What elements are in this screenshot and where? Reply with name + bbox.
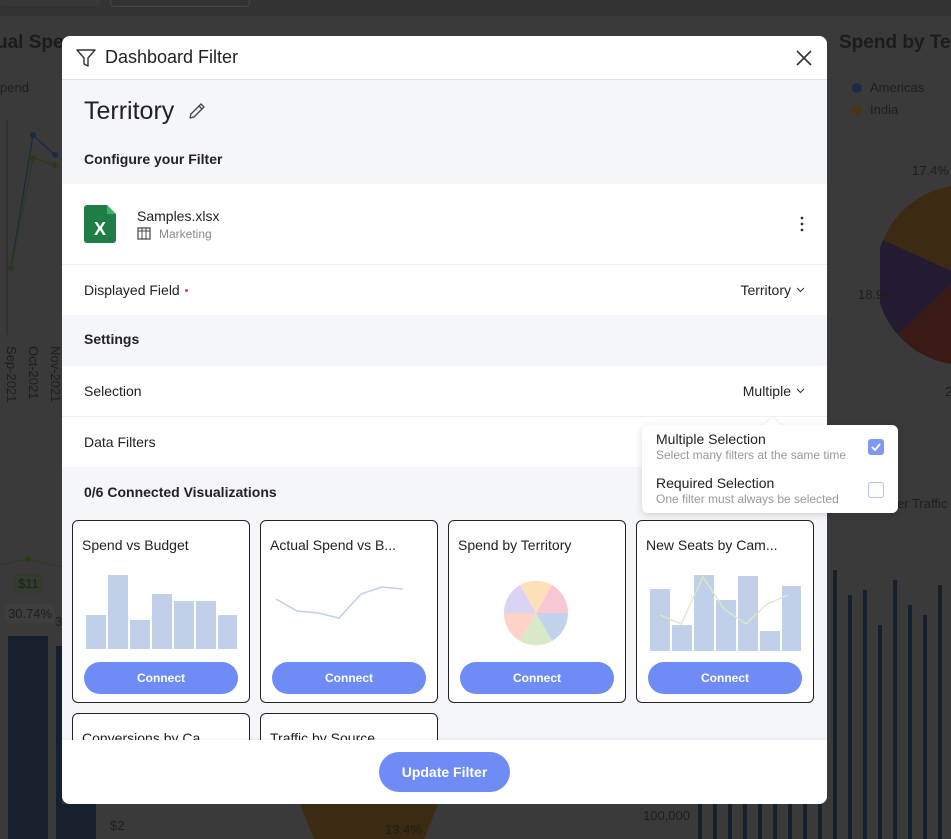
dialog-footer: Update Filter (62, 740, 827, 804)
combo-chart-thumbnail (650, 575, 801, 651)
required-indicator (184, 288, 188, 292)
viz-card-title: Spend vs Budget (82, 537, 189, 553)
viz-card-spend-vs-budget: Spend vs Budget Connect (72, 520, 250, 703)
more-options-icon[interactable] (799, 214, 805, 234)
option-title: Required Selection (656, 475, 775, 491)
connect-button[interactable]: Connect (84, 662, 238, 694)
bg-bar (908, 605, 912, 839)
connect-button[interactable]: Connect (272, 662, 426, 694)
line-chart-thumbnail (275, 586, 404, 619)
bg-pie-label: 2 (945, 384, 951, 399)
bg-data-label: 30.74% (5, 604, 56, 623)
bg-bar (863, 590, 867, 839)
checkmark-icon (871, 443, 881, 452)
bg-funnel-label: 13.4% (385, 822, 422, 837)
bg-bar (938, 585, 942, 839)
bg-bar (62, 804, 96, 839)
dashboard-filter-dialog: Dashboard Filter Territory Configure you… (62, 36, 827, 804)
bg-axis-label: $2 (110, 818, 125, 833)
viz-card-title: Spend by Territory (458, 537, 572, 553)
pie-chart-thumbnail (503, 580, 569, 646)
bg-data-label: $11 (14, 574, 43, 593)
bg-bar (848, 595, 852, 839)
bg-legend-item: Americas (852, 80, 924, 95)
bar-chart-thumbnail (86, 575, 237, 649)
filter-funnel-icon (76, 48, 96, 67)
option-description: One filter must always be selected (656, 492, 839, 506)
viz-card-spend-by-territory: Spend by Territory Connect (448, 520, 626, 703)
connect-button[interactable]: Connect (648, 662, 802, 694)
connect-button[interactable]: Connect (460, 662, 614, 694)
dialog-header: Dashboard Filter (62, 36, 827, 80)
viz-card-new-seats: New Seats by Cam... Connect (636, 520, 814, 703)
settings-heading: Settings (84, 331, 140, 347)
svg-text:X: X (94, 219, 106, 239)
datasource-file-name: Samples.xlsx (137, 207, 220, 224)
selection-row: Selection Multiple (62, 366, 827, 417)
viz-card-title: New Seats by Cam... (646, 537, 778, 553)
close-icon[interactable] (793, 47, 815, 69)
option-description: Select many filters at the same time (656, 448, 847, 462)
bg-chart-title: er Traffic (897, 496, 948, 511)
multiple-selection-checkbox[interactable] (868, 439, 884, 455)
filter-name-row: Territory (62, 80, 827, 142)
data-filters-label: Data Filters (84, 434, 156, 450)
datasource-sheet: Marketing (137, 227, 219, 241)
selection-popover: Multiple Selection Select many filters a… (642, 415, 898, 513)
bg-line-chart (6, 120, 58, 335)
displayed-field-value: Territory (740, 282, 791, 298)
bg-bar (8, 636, 48, 839)
bg-bar (923, 615, 927, 839)
bg-line (0, 556, 62, 567)
configure-heading: Configure your Filter (84, 151, 223, 167)
chevron-down-icon (796, 388, 805, 394)
table-icon (137, 227, 151, 240)
dashboard-tab (110, 0, 250, 7)
bg-bar (833, 570, 837, 839)
option-title: Multiple Selection (656, 431, 766, 447)
bg-pie-label: 17.4% (912, 163, 949, 178)
displayed-field-dropdown[interactable]: Territory (740, 282, 805, 298)
selection-value: Multiple (742, 383, 791, 399)
displayed-field-row: Displayed Field Territory (62, 265, 827, 315)
excel-file-icon: X (84, 205, 116, 243)
bg-axis-label: 100,000 (643, 808, 690, 823)
bg-legend-item: India (852, 102, 898, 117)
selection-label: Selection (84, 383, 142, 399)
viz-card-title: Actual Spend vs B... (270, 537, 397, 553)
required-selection-checkbox[interactable] (868, 482, 884, 498)
edit-pencil-icon[interactable] (186, 100, 208, 122)
datasource-info: Samples.xlsx Marketing (137, 208, 219, 241)
legend-dot (852, 83, 862, 93)
dashboard-tab (0, 0, 100, 6)
displayed-field-label: Displayed Field (84, 282, 180, 298)
option-multiple-selection[interactable]: Multiple Selection Select many filters a… (656, 431, 846, 462)
bg-bar (893, 580, 897, 839)
bg-bar (878, 625, 882, 839)
viz-card-actual-spend: Actual Spend vs B... Connect (260, 520, 438, 703)
update-filter-button[interactable]: Update Filter (379, 752, 510, 792)
bg-legend-spend: pend (0, 80, 29, 95)
bg-x-tick: Oct-2021 (26, 346, 41, 400)
legend-dot (852, 105, 862, 115)
option-required-selection[interactable]: Required Selection One filter must alway… (656, 475, 839, 506)
datasource-row[interactable]: X Samples.xlsx Marketing (62, 184, 827, 265)
dialog-title: Dashboard Filter (105, 47, 239, 67)
bg-x-tick: Sep-2021 (4, 346, 19, 403)
filter-name: Territory (84, 96, 175, 125)
bg-pie-label: 18.9% (858, 287, 895, 302)
selection-dropdown[interactable]: Multiple (743, 383, 805, 399)
datasource-sheet-name: Marketing (159, 226, 212, 241)
bg-x-tick: Nov-2021 (48, 346, 63, 403)
bg-chart-title-spend-by-territory: Spend by Ter (839, 32, 951, 53)
chevron-down-icon (796, 287, 805, 293)
